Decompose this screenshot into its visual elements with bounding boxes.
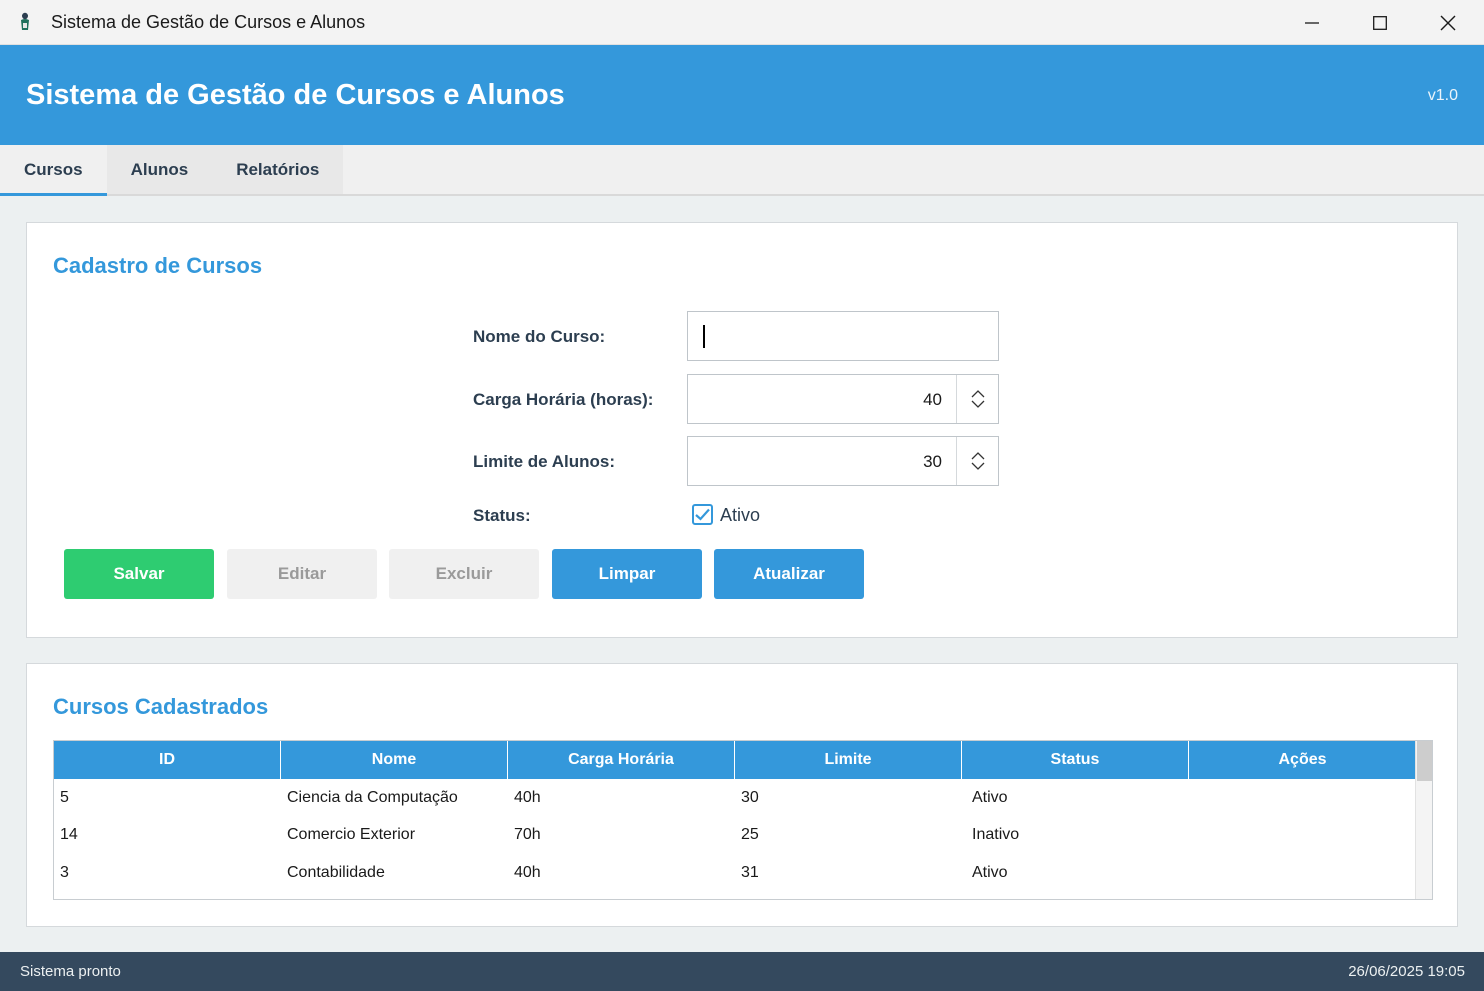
cell-id: 5	[60, 788, 69, 806]
nome-input[interactable]	[688, 312, 998, 360]
carga-stepper[interactable]	[956, 375, 998, 423]
header-title: Sistema de Gestão de Cursos e Alunos	[26, 79, 565, 111]
cell-carga: 40h	[514, 788, 541, 806]
title-bar: Sistema de Gestão de Cursos e Alunos	[0, 0, 1484, 45]
window-title: Sistema de Gestão de Cursos e Alunos	[51, 12, 366, 32]
cell-limite: 25	[741, 826, 759, 844]
cell-id: 14	[60, 826, 78, 844]
limite-stepper[interactable]	[956, 437, 998, 485]
nome-field[interactable]	[687, 311, 999, 361]
minimize-button[interactable]	[1278, 0, 1346, 45]
limite-value: 30	[923, 452, 942, 471]
editar-button[interactable]: Editar	[227, 549, 377, 599]
status-label: Status:	[473, 506, 531, 525]
cell-id: 3	[60, 863, 69, 881]
courses-table[interactable]: ID Nome Carga Horária Limite Status Açõe…	[53, 740, 1433, 900]
carga-value: 40	[923, 390, 942, 409]
table-row[interactable]: 14 Comercio Exterior 70h 25 Inativo	[54, 817, 1416, 855]
cell-nome: Ciencia da Computação	[287, 788, 458, 806]
up-down-arrows-icon	[971, 390, 984, 408]
excluir-button[interactable]: Excluir	[389, 549, 539, 599]
carga-spinbox[interactable]: 40	[687, 374, 999, 424]
cell-carga: 40h	[514, 863, 541, 881]
cell-limite: 30	[741, 788, 759, 806]
ativo-checkbox[interactable]	[692, 504, 713, 525]
tab-bar: Cursos Alunos Relatórios	[0, 145, 1484, 196]
table-row[interactable]: 3 Contabilidade 40h 31 Ativo	[54, 854, 1416, 892]
cell-carga: 70h	[514, 826, 541, 844]
column-header-acoes[interactable]: Ações	[1189, 741, 1416, 779]
tab-list: Cursos Alunos Relatórios	[0, 145, 344, 196]
limite-label: Limite de Alunos:	[473, 452, 615, 471]
checkmark-icon	[695, 508, 710, 521]
scrollbar-thumb[interactable]	[1417, 741, 1432, 781]
version-label: v1.0	[1427, 87, 1458, 104]
cell-status: Ativo	[972, 788, 1008, 806]
tab-alunos[interactable]: Alunos	[107, 145, 213, 194]
minimize-icon	[1305, 21, 1319, 24]
course-list-panel: Cursos Cadastrados ID Nome Carga Horária…	[26, 663, 1458, 927]
tab-cursos[interactable]: Cursos	[0, 145, 107, 196]
cell-limite: 31	[741, 863, 759, 881]
tab-relatorios[interactable]: Relatórios	[212, 145, 343, 194]
limpar-button[interactable]: Limpar	[552, 549, 702, 599]
list-title: Cursos Cadastrados	[53, 694, 269, 719]
nome-label: Nome do Curso:	[473, 327, 606, 346]
column-header-status[interactable]: Status	[962, 741, 1189, 779]
salvar-button[interactable]: Salvar	[64, 549, 214, 599]
form-title: Cadastro de Cursos	[53, 253, 263, 278]
limite-spinbox[interactable]: 30	[687, 436, 999, 486]
status-datetime: 26/06/2025 19:05	[1348, 963, 1465, 980]
table-header: ID Nome Carga Horária Limite Status Açõe…	[54, 741, 1416, 779]
close-icon	[1440, 15, 1456, 30]
course-form-panel: Cadastro de Cursos Nome do Curso: Carga …	[26, 222, 1458, 638]
close-button[interactable]	[1414, 0, 1482, 45]
text-caret	[703, 325, 705, 348]
cell-status: Ativo	[972, 863, 1008, 881]
table-scrollbar[interactable]	[1415, 741, 1432, 899]
carga-label: Carga Horária (horas):	[473, 390, 654, 409]
cell-status: Inativo	[972, 826, 1020, 844]
cell-nome: Comercio Exterior	[287, 826, 416, 844]
app-icon	[21, 12, 29, 30]
cell-nome: Contabilidade	[287, 863, 385, 881]
column-header-limite[interactable]: Limite	[735, 741, 962, 779]
app-header: Sistema de Gestão de Cursos e Alunos v1.…	[0, 45, 1484, 145]
table-body: 5 Ciencia da Computação 40h 30 Ativo 14 …	[54, 779, 1416, 892]
status-message: Sistema pronto	[20, 963, 121, 980]
column-header-nome[interactable]: Nome	[281, 741, 508, 779]
up-down-arrows-icon	[971, 452, 984, 470]
table-row[interactable]: 5 Ciencia da Computação 40h 30 Ativo	[54, 779, 1416, 817]
atualizar-button[interactable]: Atualizar	[714, 549, 864, 599]
column-header-id[interactable]: ID	[54, 741, 281, 779]
app-window: Sistema de Gestão de Cursos e Alunos Sis…	[0, 0, 1484, 991]
status-bar: Sistema pronto 26/06/2025 19:05	[0, 952, 1484, 991]
maximize-icon	[1373, 15, 1387, 30]
ativo-label[interactable]: Ativo	[720, 505, 760, 526]
maximize-button[interactable]	[1346, 0, 1414, 45]
column-header-carga[interactable]: Carga Horária	[508, 741, 735, 779]
